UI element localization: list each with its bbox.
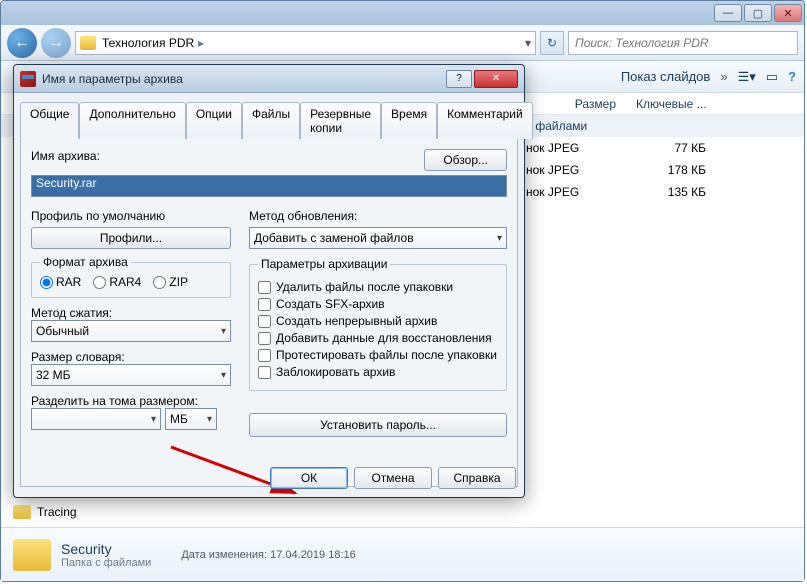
archive-name-label: Имя архива: (31, 149, 424, 163)
preview-pane-button[interactable]: ▭ (766, 69, 778, 85)
check-lock[interactable]: Заблокировать архив (258, 365, 498, 379)
chevron-right-icon[interactable]: » (720, 69, 727, 84)
selection-type: Папка с файлами (61, 557, 151, 569)
tab-backup[interactable]: Резервные копии (300, 102, 381, 139)
slideshow-button[interactable]: Показ слайдов (621, 69, 711, 84)
browse-button[interactable]: Обзор... (424, 149, 507, 171)
maximize-button[interactable]: ▢ (744, 4, 772, 22)
tab-files[interactable]: Файлы (242, 102, 300, 139)
minimize-button[interactable]: — (714, 4, 742, 22)
folder-icon (13, 539, 51, 571)
tab-comment[interactable]: Комментарий (437, 102, 533, 139)
tab-row: Общие Дополнительно Опции Файлы Резервны… (20, 101, 518, 139)
chevron-down-icon[interactable]: ▾ (525, 36, 531, 50)
dialog-footer: ОК Отмена Справка (270, 467, 516, 489)
format-rar4-radio[interactable]: RAR4 (93, 275, 141, 289)
check-recovery[interactable]: Добавить данные для восстановления (258, 331, 498, 345)
close-button[interactable]: ✕ (774, 4, 802, 22)
volume-unit-combo[interactable]: МБ (165, 408, 217, 430)
breadcrumb[interactable]: Технология PDR ▸ ▾ (75, 31, 536, 55)
refresh-button[interactable]: ↻ (540, 31, 564, 55)
back-button[interactable]: ← (7, 28, 37, 58)
dict-label: Размер словаря: (31, 350, 231, 364)
archive-name-input[interactable]: Security.rar (31, 175, 507, 197)
column-size[interactable]: Размер (526, 93, 636, 114)
tab-advanced[interactable]: Дополнительно (79, 102, 185, 139)
archive-parameters-dialog: Имя и параметры архива ? ✕ Общие Дополни… (13, 64, 525, 498)
profiles-button[interactable]: Профили... (31, 227, 231, 249)
column-keywords[interactable]: Ключевые ... (636, 93, 746, 114)
dialog-close-button[interactable]: ✕ (474, 70, 518, 88)
format-rar-radio[interactable]: RAR (40, 275, 81, 289)
default-profile-label: Профиль по умолчанию (31, 209, 231, 223)
set-password-button[interactable]: Установить пароль... (249, 413, 507, 437)
tab-panel-general: Имя архива: Обзор... Security.rar Профил… (20, 139, 518, 487)
winrar-icon (20, 71, 36, 87)
help-button[interactable]: Справка (438, 467, 516, 489)
compress-label: Метод сжатия: (31, 306, 231, 320)
tab-time[interactable]: Время (381, 102, 437, 139)
view-options-button[interactable]: ☰▾ (738, 69, 756, 85)
details-pane: Security Папка с файлами Дата изменения:… (1, 527, 804, 581)
cancel-button[interactable]: Отмена (354, 467, 432, 489)
help-icon: ? (788, 69, 796, 84)
check-solid[interactable]: Создать непрерывный архив (258, 314, 498, 328)
update-method-combo[interactable]: Добавить с заменой файлов (249, 227, 507, 249)
format-zip-radio[interactable]: ZIP (153, 275, 188, 289)
forward-button[interactable]: → (41, 28, 71, 58)
dict-combo[interactable]: 32 МБ (31, 364, 231, 386)
update-method-label: Метод обновления: (249, 209, 507, 223)
tab-general[interactable]: Общие (20, 102, 79, 139)
help-button[interactable]: ? (788, 69, 796, 84)
dialog-help-button[interactable]: ? (446, 70, 472, 88)
panel-icon: ▭ (766, 69, 778, 85)
dialog-titlebar[interactable]: Имя и параметры архива ? ✕ (14, 65, 524, 93)
ok-button[interactable]: ОК (270, 467, 348, 489)
archive-params-group: Параметры архивации Удалить файлы после … (249, 257, 507, 391)
selection-name: Security (61, 541, 151, 557)
tab-options[interactable]: Опции (186, 102, 242, 139)
explorer-titlebar: — ▢ ✕ (1, 1, 804, 25)
search-input[interactable] (568, 31, 798, 55)
volume-label: Разделить на тома размером: (31, 394, 231, 408)
compress-combo[interactable]: Обычный (31, 320, 231, 342)
check-sfx[interactable]: Создать SFX-архив (258, 297, 498, 311)
folder-icon (13, 505, 31, 519)
check-test[interactable]: Протестировать файлы после упаковки (258, 348, 498, 362)
archive-format-group: Формат архива RAR RAR4 ZIP (31, 255, 231, 298)
nav-bar: ← → Технология PDR ▸ ▾ ↻ (1, 25, 804, 61)
check-delete-after[interactable]: Удалить файлы после упаковки (258, 280, 498, 294)
selection-date: Дата изменения: 17.04.2019 18:16 (181, 549, 355, 561)
dialog-title: Имя и параметры архива (42, 72, 446, 86)
folder-icon (80, 36, 96, 50)
breadcrumb-label: Технология PDR (102, 36, 194, 50)
sidebar-item-tracing[interactable]: Tracing (13, 505, 77, 519)
chevron-right-icon: ▸ (198, 36, 204, 50)
volume-size-combo[interactable] (31, 408, 161, 430)
list-icon: ☰▾ (738, 69, 756, 85)
